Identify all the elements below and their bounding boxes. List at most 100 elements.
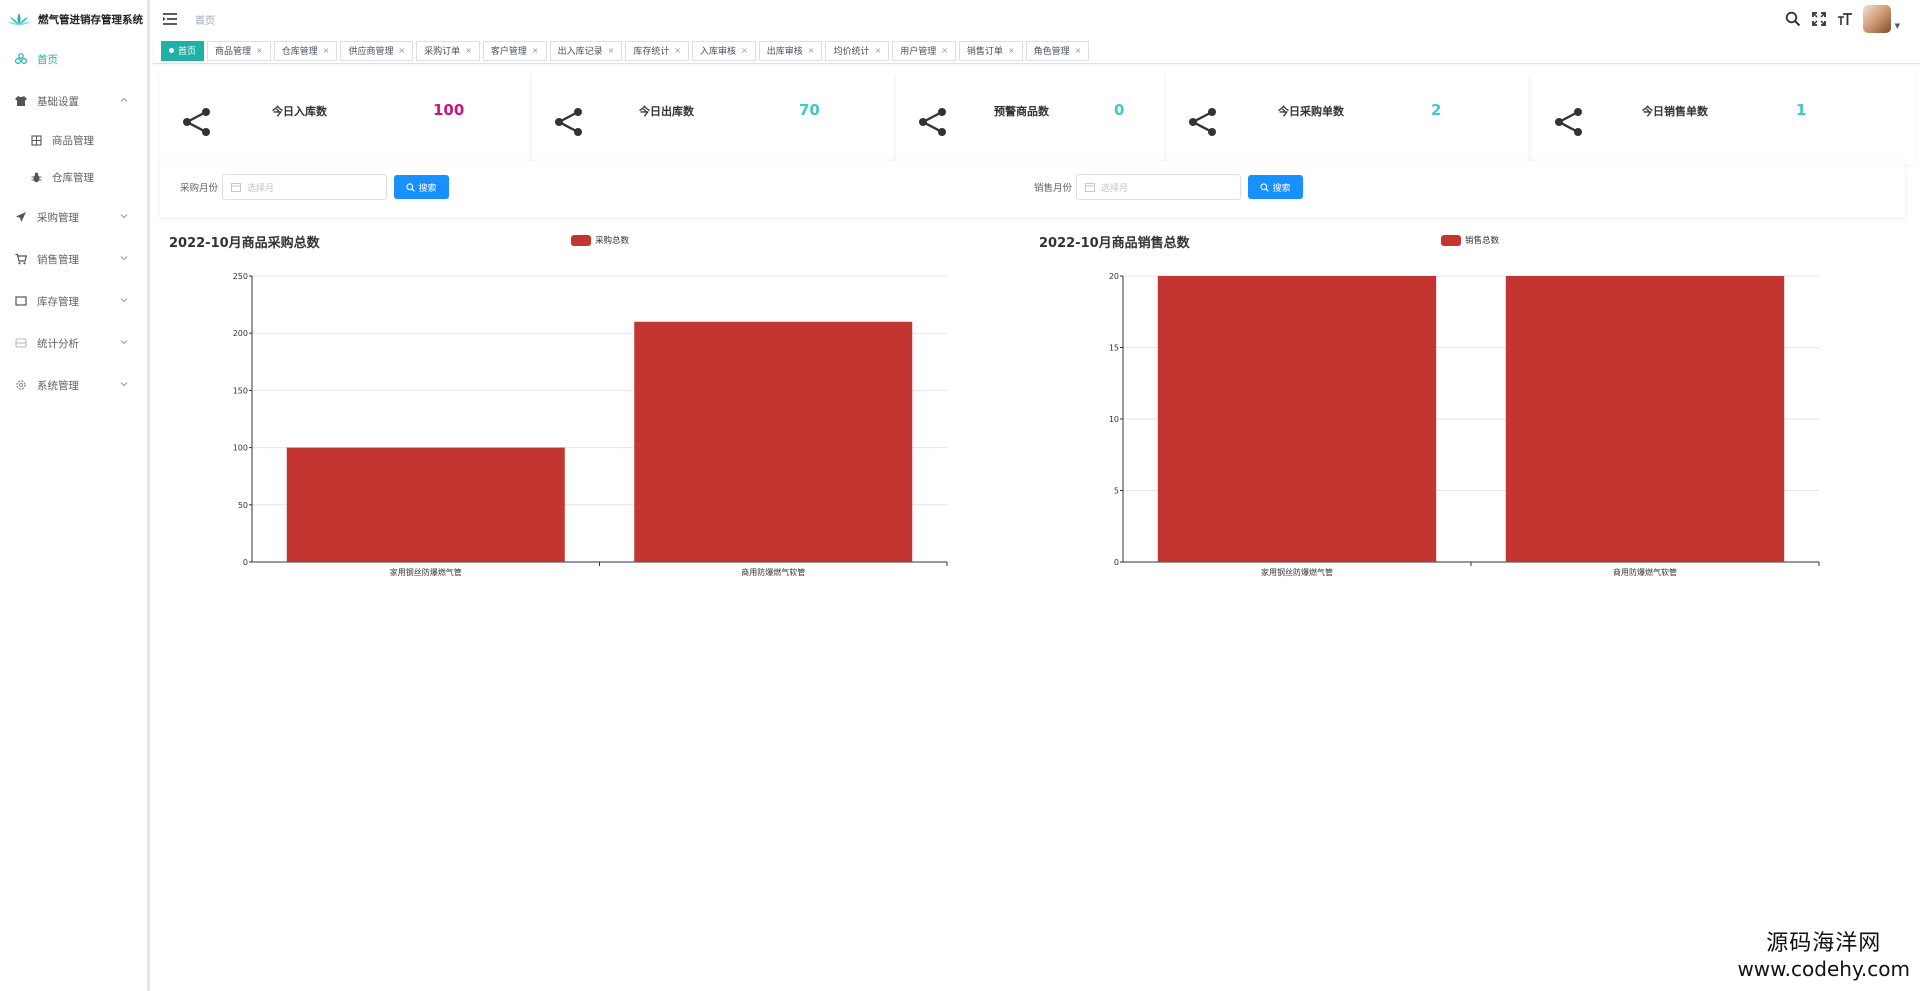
sales-search-button[interactable]: 搜索 xyxy=(1248,175,1303,199)
close-icon[interactable]: × xyxy=(256,46,263,55)
sidebar-item-label: 商品管理 xyxy=(52,135,94,147)
sidebar-item-inventory[interactable]: 库存管理 xyxy=(0,280,147,322)
chevron-up-icon xyxy=(120,97,128,102)
search-icon xyxy=(406,182,416,192)
x-tick-label: 商用防爆燃气软管 xyxy=(741,567,805,577)
stat-label: 预警商品数 xyxy=(994,105,1049,118)
sidebar-item-warehouse[interactable]: 仓库管理 xyxy=(0,159,147,196)
close-icon[interactable]: × xyxy=(398,46,405,55)
stat-card-outbound[interactable]: 今日出库数 70 xyxy=(532,73,894,165)
breadcrumb[interactable]: 首页 xyxy=(195,12,215,27)
sidebar-item-purchase[interactable]: 采购管理 xyxy=(0,196,147,238)
sidebar-item-goods[interactable]: 商品管理 xyxy=(0,122,147,159)
sales-chart: 0 5 10 15 20 家用钢丝防爆燃气管 商用防爆燃气软管 2022-10月商品销售总数… xyxy=(1039,228,1839,588)
y-tick-label: 5 xyxy=(1114,487,1119,496)
hamburger-menu-icon[interactable] xyxy=(162,11,178,27)
dot-icon xyxy=(169,48,174,53)
tag-inventory-stats[interactable]: 库存统计 × xyxy=(625,40,690,61)
stat-card-purchase-orders[interactable]: 今日采购单数 2 xyxy=(1166,73,1528,165)
purchase-month-picker[interactable]: 选择月 xyxy=(222,174,387,200)
close-icon[interactable]: × xyxy=(875,46,882,55)
sales-chart-svg: 0 5 10 15 20 家用钢丝防爆燃气管 商用防爆燃气软管 xyxy=(1109,272,1820,577)
tag-label: 用户管理 xyxy=(900,47,937,57)
tag-goods[interactable]: 商品管理 × xyxy=(207,40,271,61)
search-icon[interactable] xyxy=(1785,11,1801,27)
stat-label: 今日采购单数 xyxy=(1278,105,1344,118)
purchase-search-button[interactable]: 搜索 xyxy=(394,175,449,199)
close-icon[interactable]: × xyxy=(323,46,330,55)
logo[interactable]: 燃气管进销存管理系统 xyxy=(0,0,147,38)
tag-inbound-review[interactable]: 入库审核 × xyxy=(692,40,756,61)
stat-card-sales-orders[interactable]: 今日销售单数 1 xyxy=(1532,73,1915,165)
sales-month-label: 销售月份 xyxy=(1034,183,1073,194)
tag-role[interactable]: 角色管理 × xyxy=(1025,40,1090,61)
tag-label: 库存统计 xyxy=(633,47,670,57)
stat-value: 0 xyxy=(1114,101,1125,119)
tag-label: 采购订单 xyxy=(424,47,461,57)
close-icon[interactable]: × xyxy=(465,46,472,55)
caret-down-icon[interactable]: ▼ xyxy=(1895,22,1900,30)
tag-sales-order[interactable]: 销售订单 × xyxy=(958,40,1023,61)
y-tick-label: 50 xyxy=(238,501,248,510)
sidebar-item-home[interactable]: 首页 xyxy=(0,38,147,80)
purchase-month-placeholder: 选择月 xyxy=(247,183,275,194)
tag-home[interactable]: 首页 xyxy=(161,40,205,61)
tag-purchase-order[interactable]: 采购订单 × xyxy=(416,40,480,61)
bar[interactable] xyxy=(1505,276,1785,562)
close-icon[interactable]: × xyxy=(1075,46,1082,55)
tag-user[interactable]: 用户管理 × xyxy=(892,40,956,61)
legend-label: 销售总数 xyxy=(1465,236,1500,246)
sales-month-picker[interactable]: 选择月 xyxy=(1076,174,1241,200)
tag-outbound-review[interactable]: 出库审核 × xyxy=(758,40,823,61)
bar[interactable] xyxy=(286,447,565,562)
tag-customer[interactable]: 客户管理 × xyxy=(482,40,547,61)
sidebar-item-statistics[interactable]: 统计分析 xyxy=(0,322,147,364)
bar[interactable] xyxy=(634,321,913,562)
purchase-chart-svg: 0 50 100 150 200 250 家用钢丝防爆燃气管 商用防爆燃气软管 xyxy=(233,272,948,577)
tag-warehouse[interactable]: 仓库管理 × xyxy=(273,40,338,61)
avatar[interactable] xyxy=(1862,5,1891,33)
share-icon xyxy=(1555,108,1582,136)
close-icon[interactable]: × xyxy=(674,46,681,55)
app-title: 燃气管进销存管理系统 xyxy=(38,13,143,26)
sales-month-filter: 销售月份 选择月 搜索 xyxy=(1034,174,1303,200)
cart-icon xyxy=(15,253,27,265)
close-icon[interactable]: × xyxy=(608,46,615,55)
y-tick-label: 20 xyxy=(1109,272,1119,281)
tag-label: 入库审核 xyxy=(700,47,737,57)
fullscreen-icon[interactable] xyxy=(1811,11,1827,27)
sidebar-item-basic-settings[interactable]: 基础设置 xyxy=(0,80,147,122)
grid-icon xyxy=(30,135,42,147)
tag-label: 角色管理 xyxy=(1033,47,1070,57)
close-icon[interactable]: × xyxy=(941,46,948,55)
chart-legend[interactable]: 采购总数 xyxy=(571,234,629,246)
close-icon[interactable]: × xyxy=(808,46,815,55)
tag-supplier[interactable]: 供应商管理 × xyxy=(340,40,414,61)
sidebar-item-label: 首页 xyxy=(37,53,58,66)
chart-title: 2022-10月商品采购总数 xyxy=(169,236,320,251)
close-icon[interactable]: × xyxy=(1008,46,1015,55)
y-tick-label: 200 xyxy=(233,329,248,338)
stat-label: 今日入库数 xyxy=(272,105,327,118)
stat-card-inbound[interactable]: 今日入库数 100 xyxy=(160,73,530,165)
watermark-name: 源码海洋网 xyxy=(1766,931,1882,956)
close-icon[interactable]: × xyxy=(532,46,539,55)
tag-stock-records[interactable]: 出入库记录 × xyxy=(549,40,623,61)
tag-avg-price-stats[interactable]: 均价统计 × xyxy=(825,40,890,61)
sidebar-item-label: 采购管理 xyxy=(37,211,79,224)
stat-card-warning[interactable]: 预警商品数 0 xyxy=(896,73,1164,165)
sidebar-item-sales[interactable]: 销售管理 xyxy=(0,238,147,280)
stat-value: 100 xyxy=(433,101,465,119)
search-icon xyxy=(1260,182,1270,192)
sidebar-item-label: 基础设置 xyxy=(37,95,79,108)
shirt-icon xyxy=(15,95,27,107)
sidebar: 燃气管进销存管理系统 首页 基础设置 商品管理 仓库管理 采购管理 销售管理 库… xyxy=(0,0,150,991)
bar[interactable] xyxy=(1157,276,1437,562)
close-icon[interactable]: × xyxy=(741,46,748,55)
sidebar-item-label: 库存管理 xyxy=(37,295,79,308)
font-size-icon[interactable] xyxy=(1837,11,1853,27)
chart-legend[interactable]: 销售总数 xyxy=(1441,234,1499,246)
stat-cards: 今日入库数 100 今日出库数 70 预警商品数 0 今日采购单数 2 今日销售… xyxy=(160,73,1915,165)
legend-label: 采购总数 xyxy=(595,236,630,246)
sidebar-item-system[interactable]: 系统管理 xyxy=(0,364,147,406)
